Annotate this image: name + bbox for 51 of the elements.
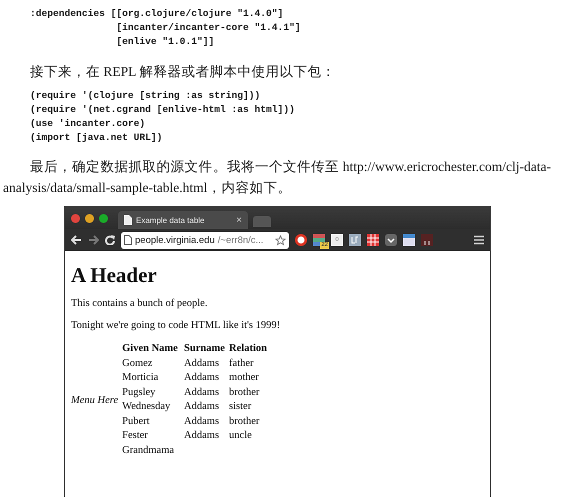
table-cell: Morticia <box>122 371 184 386</box>
address-bar[interactable]: people.virginia.edu /~err8n/c... <box>121 232 289 248</box>
table-cell: Wednesday <box>122 400 184 414</box>
table-cell: Addams <box>184 414 230 429</box>
table-cell: Fester <box>122 429 184 444</box>
stop-icon[interactable] <box>295 234 307 246</box>
table-cell: Pubert <box>122 414 184 429</box>
back-icon[interactable] <box>71 235 82 245</box>
menu-label: Menu Here <box>71 394 118 406</box>
code-line: :dependencies [[org.clojure/clojure "1.4.0"] <box>30 7 284 21</box>
column-header: Relation <box>229 342 268 356</box>
code-line: [enlive "1.0.1"]] <box>115 35 216 49</box>
column-header: Surname <box>184 342 230 356</box>
star-icon[interactable] <box>275 234 286 246</box>
table-cell-text: Grandmama <box>122 444 176 458</box>
reload-icon[interactable] <box>105 235 115 245</box>
table-cell: Addams <box>184 356 230 371</box>
paragraph: 最后，确定数据抓取的源文件。我将一个文件传至 http://www.ericrochester.com/clj-data-analysis/data/small-sample-table.html，内容如下。 <box>3 158 551 197</box>
page-text: This contains a bunch of people. <box>71 298 208 309</box>
window-icon[interactable] <box>403 234 415 246</box>
page-text: Tonight we're going to code HTML like it's 1999! <box>71 320 282 331</box>
forward-icon[interactable] <box>88 235 99 245</box>
table-cell: Gomez <box>122 356 184 371</box>
code-line: (require '(clojure [string :as string])) <box>30 89 262 103</box>
table-cell: Pugsley <box>122 386 184 400</box>
code-line: (require '(net.cgrand [enlive-html :as html])) <box>30 103 296 117</box>
code-line: [incanter/incanter-core "1.4.1"] <box>115 21 302 35</box>
code-line: (import [java.net URL]) <box>30 131 164 145</box>
menu-icon[interactable] <box>474 235 484 245</box>
table-cell-text: father <box>229 356 255 370</box>
close-window-button[interactable] <box>71 214 80 222</box>
table-cell-text: sister <box>229 400 252 414</box>
page-heading: A Header <box>71 263 158 288</box>
pocket-icon[interactable] <box>385 234 397 246</box>
paragraph: 接下来，在 REPL 解释器或者脚本中使用以下包： <box>29 63 336 81</box>
table-cell-text: uncle <box>229 429 253 443</box>
table-cell-text: mother <box>229 371 260 385</box>
table-cell: Addams <box>184 386 230 400</box>
grid-icon[interactable] <box>367 234 379 246</box>
table-cell: Addams <box>184 371 230 386</box>
minimize-window-button[interactable] <box>85 214 94 222</box>
zoom-window-button[interactable] <box>99 214 108 222</box>
browser-tab[interactable]: Example data table × <box>118 211 248 229</box>
table-cell-text: brother <box>229 386 260 400</box>
close-tab-button[interactable]: × <box>236 214 242 226</box>
code-line: (use 'incanter.core) <box>30 117 146 131</box>
column-header: Given Name <box>122 342 179 356</box>
table-cell: Addams <box>184 429 230 444</box>
table-cell: Addams <box>184 400 230 414</box>
table-cell-text: brother <box>229 414 260 428</box>
extension-icon[interactable] <box>421 234 433 246</box>
